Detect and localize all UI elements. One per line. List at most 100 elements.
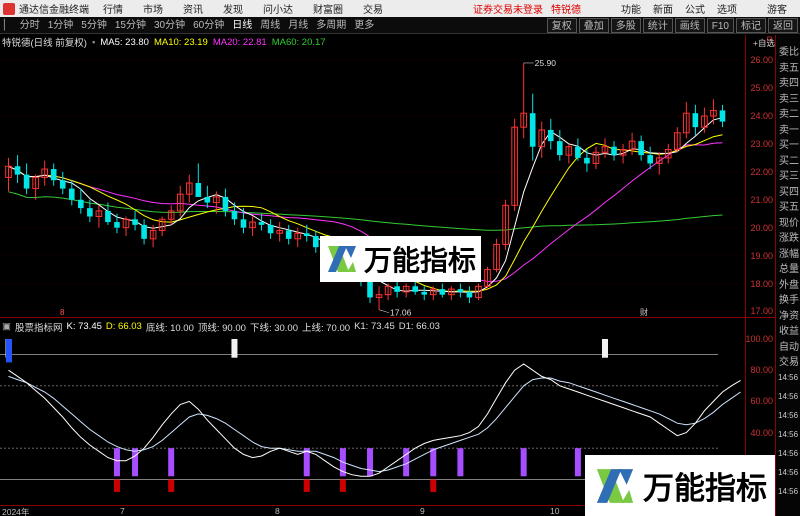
tab-period-more[interactable]: 更多	[350, 18, 378, 33]
restore-rights-button[interactable]: 复权	[546, 18, 577, 33]
candle-body	[222, 196, 229, 211]
top-signal-bar	[231, 339, 238, 358]
high-price-label: 25.90	[535, 58, 557, 68]
tab-period-5min[interactable]: 5分钟	[77, 18, 111, 33]
menu-market[interactable]: 行情	[103, 1, 123, 16]
quote-panel-label[interactable]: 买二	[779, 152, 799, 167]
quote-panel-label[interactable]: 交易	[779, 353, 799, 368]
candle-body	[529, 113, 536, 147]
tab-period-timeshare[interactable]: 分时	[16, 18, 44, 33]
menu-wealth[interactable]: 财富圈	[313, 1, 343, 16]
quote-panel-label[interactable]: 卖三	[779, 90, 799, 105]
stock-tag: 特锐德	[551, 5, 581, 16]
login-warning[interactable]: 证券交易未登录	[473, 1, 543, 16]
quote-panel-label[interactable]: 净资	[779, 307, 799, 322]
tab-period-monthly[interactable]: 月线	[284, 18, 312, 33]
candle-body	[68, 188, 75, 200]
add-watchlist-button[interactable]: +自选	[753, 37, 775, 49]
menu-options[interactable]: 选项	[717, 1, 737, 16]
buy-signal-bar	[303, 479, 310, 492]
date-axis-tick: 2024年	[2, 507, 30, 516]
candle-body	[240, 219, 247, 228]
quote-panel-label[interactable]: 涨幅	[779, 245, 799, 260]
tab-period-weekly[interactable]: 周线	[256, 18, 284, 33]
d1-value: D1: 66.03	[398, 321, 440, 332]
candle-body	[59, 180, 66, 189]
quote-panel-label[interactable]: 总量	[779, 260, 799, 275]
candle-body	[23, 174, 30, 189]
candle-body	[303, 233, 310, 237]
candle-body	[87, 208, 93, 217]
price-axis: R +自选 26.00 25.00 24.00 23.00 22.00 21.00 20.00…	[745, 35, 775, 317]
candle-body	[394, 286, 400, 292]
menu-bar: 通达信金融终端 行情 市场 资讯 发现 问小达 财富圈 交易 证券交易未登录 特…	[0, 0, 800, 17]
candle-body	[285, 230, 292, 239]
trade-time-label: 14:56	[778, 430, 799, 439]
tab-period-60min[interactable]: 60分钟	[189, 18, 228, 33]
indicator-name[interactable]: 股票指标网	[15, 320, 63, 334]
candle-body	[547, 129, 554, 142]
candle-body	[367, 280, 373, 298]
menu-formula[interactable]: 公式	[685, 1, 705, 16]
period-toolbar: ▏ 分时 1分钟 5分钟 15分钟 30分钟 60分钟 日线 周线 月线 多周期…	[0, 17, 800, 34]
quote-panel-label[interactable]: 卖一	[779, 121, 799, 136]
watermark-logo-icon	[328, 246, 356, 272]
quote-panel-label[interactable]: 卖二	[779, 105, 799, 120]
trade-time-label: 14:56	[778, 468, 799, 477]
candle-body	[647, 155, 653, 164]
menu-ask[interactable]: 问小达	[263, 1, 293, 16]
indicator-toggle-icon[interactable]: ▣	[2, 321, 11, 332]
quote-panel-label[interactable]: 自动	[779, 338, 799, 353]
candle-body	[638, 141, 644, 156]
quote-panel-label[interactable]: 外盘	[779, 276, 799, 291]
app-logo-icon	[3, 2, 15, 15]
guest-label[interactable]: 游客	[767, 1, 787, 16]
candle-body	[78, 199, 84, 209]
tab-period-15min[interactable]: 15分钟	[111, 18, 150, 33]
quote-panel-label[interactable]: 买四	[779, 183, 799, 198]
price-axis-tick: 25.00	[750, 83, 773, 94]
f10-button[interactable]: F10	[706, 18, 734, 33]
overlay-button[interactable]: 叠加	[578, 18, 609, 33]
price-axis-tick: 24.00	[750, 111, 773, 121]
tab-period-30min[interactable]: 30分钟	[150, 18, 189, 33]
candle-body	[14, 166, 21, 175]
candle-body	[457, 289, 464, 292]
down-line-value: 下线: 30.00	[249, 322, 298, 334]
top-signal-bar	[601, 339, 608, 358]
menu-new-page[interactable]: 新面	[653, 1, 673, 16]
quote-panel-label[interactable]: 卖四	[779, 74, 799, 89]
quote-panel-label[interactable]: 现价	[779, 214, 799, 229]
menu-discover[interactable]: 发现	[223, 1, 243, 16]
back-button[interactable]: 返回	[768, 18, 798, 33]
buy-signal-bar	[430, 479, 437, 492]
low-line-value: 底线: 10.00	[145, 322, 194, 334]
quote-panel-label[interactable]: 委比	[779, 43, 799, 58]
quote-panel-label[interactable]: 卖五	[779, 59, 799, 74]
quote-panel-label[interactable]: 换手	[779, 291, 799, 306]
tab-period-daily[interactable]: 日线	[228, 18, 256, 33]
multi-stock-button[interactable]: 多股	[610, 18, 641, 33]
candle-body	[231, 210, 238, 220]
menu-trade[interactable]: 交易	[363, 1, 383, 16]
quote-panel-label[interactable]: 买三	[779, 167, 799, 182]
candle-body	[204, 196, 211, 203]
top-line-value: 顶线: 90.00	[197, 322, 246, 334]
menu-news[interactable]: 资讯	[183, 1, 203, 16]
tab-period-multi[interactable]: 多周期	[312, 18, 350, 33]
draw-line-button[interactable]: 画线	[674, 18, 705, 33]
toolbar-right-group: 复权 叠加 多股 统计 画线 F10 标记 返回	[545, 18, 798, 33]
quote-panel-label[interactable]: 买一	[779, 136, 799, 151]
trade-time-label: 14:56	[778, 373, 799, 382]
mark-button[interactable]: 标记	[736, 18, 766, 33]
quote-panel-label[interactable]: 买五	[779, 198, 799, 213]
candle-body	[114, 222, 120, 228]
price-axis-tick: 17.00	[750, 306, 773, 317]
quote-panel-label[interactable]: 收益	[779, 322, 799, 337]
toolbar-handle-icon[interactable]: ▏	[0, 18, 16, 33]
menu-market-center[interactable]: 市场	[143, 1, 163, 16]
quote-panel-label[interactable]: 涨跌	[779, 229, 799, 244]
tab-period-1min[interactable]: 1分钟	[44, 18, 78, 33]
menu-function[interactable]: 功能	[621, 1, 641, 16]
statistics-button[interactable]: 统计	[642, 18, 673, 33]
